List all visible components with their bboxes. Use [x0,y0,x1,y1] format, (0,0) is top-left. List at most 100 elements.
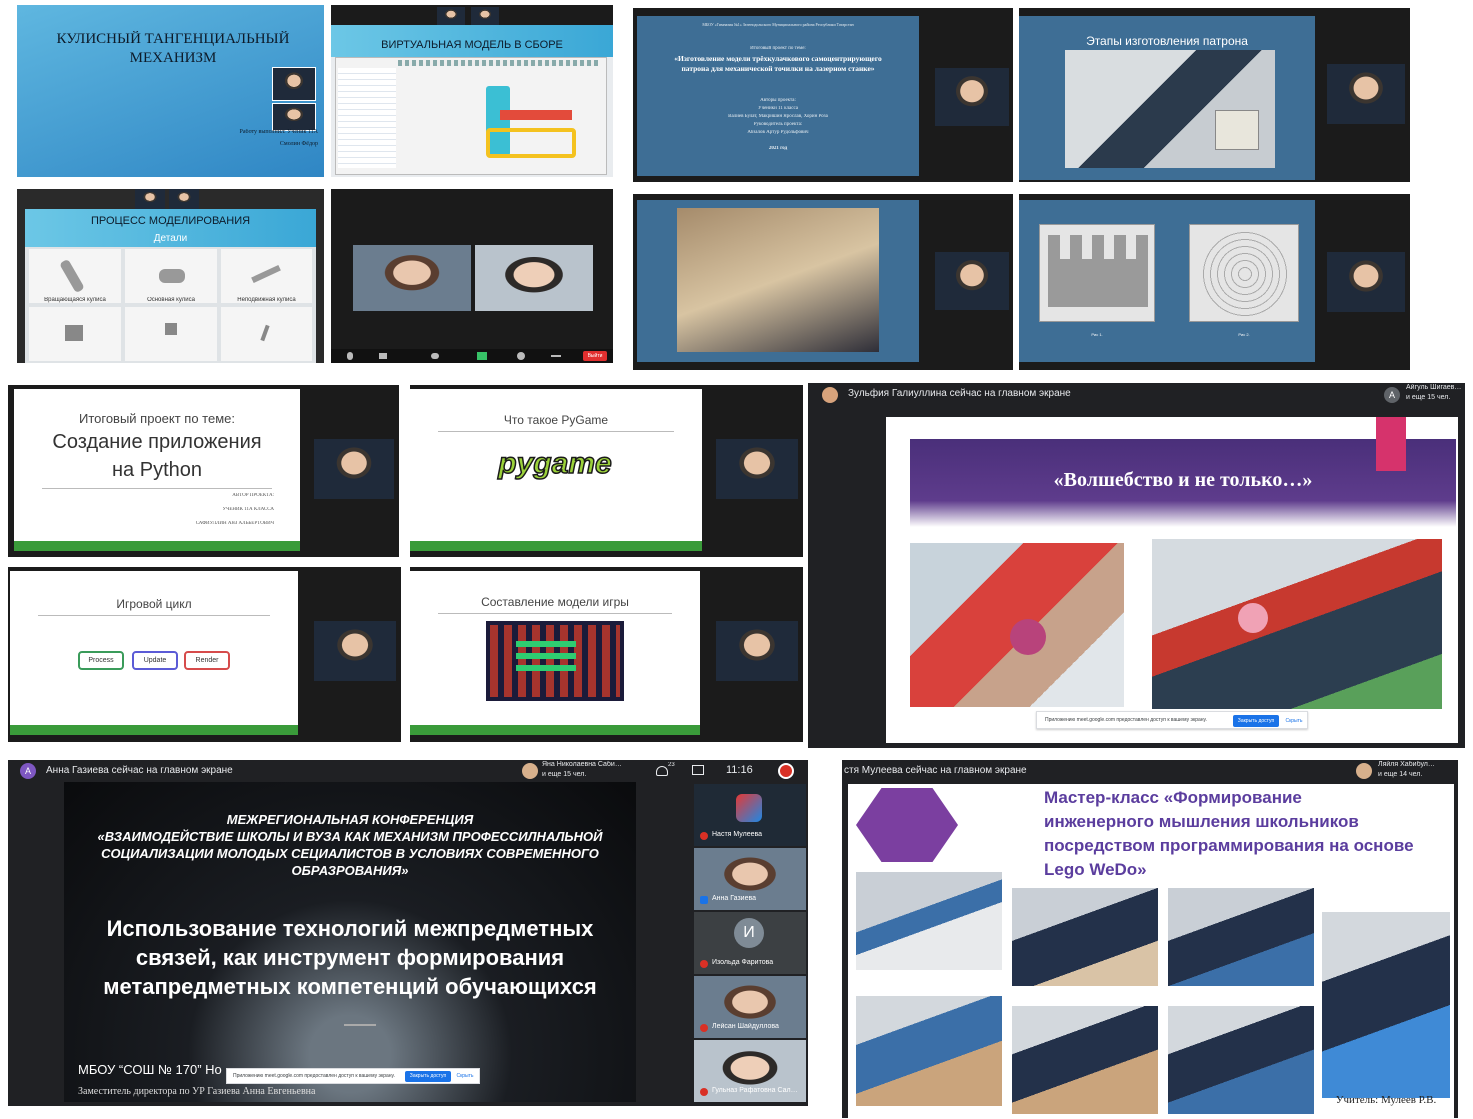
tile-stages-slide: Этапы изготовления патрона [1019,8,1410,182]
zoom-toolbar: Выйти [331,349,613,363]
participant-tile-2[interactable]: Анна Газиева [694,848,806,910]
drawing-figure-1 [1039,224,1155,322]
panel-zoom-grid-1: КУЛИСНЫЙ ТАНГЕНЦИАЛЬНЫЙ МЕХАНИЗМ Работу … [17,5,613,363]
school-logo [856,788,958,862]
drawing-figure-2 [1189,224,1299,322]
lego-photo-7 [1168,1006,1314,1114]
slide-body: Этапы изготовления патрона [1019,16,1315,180]
participant-tile-5[interactable]: Гульназ Рафатовна Сал… [694,1040,806,1102]
presenter-video [1327,252,1405,312]
people-icon[interactable] [656,766,668,776]
presenter-video [314,439,394,499]
participant-avatar[interactable] [522,763,538,779]
tile-python-title: Итоговый проект по теме: Создание прилож… [8,385,399,557]
participant-tile-1[interactable]: Настя Мулеева [694,784,806,846]
slide-kicker: Итоговый проект по теме: [750,46,806,51]
hide-button[interactable]: Скрыть [1283,715,1305,727]
presenter-video [716,439,798,499]
chuck-body [1048,259,1148,307]
reactions-icon[interactable] [517,352,525,360]
participant-name: Яна Николаевна Саби… [542,761,622,768]
slide-title: ПРОЦЕСС МОДЕЛИРОВАНИЯ [90,215,251,227]
leave-button[interactable]: Выйти [583,351,607,361]
slide-kulisny: КУЛИСНЫЙ ТАНГЕНЦИАЛЬНЫЙ МЕХАНИЗМ Работу … [17,5,324,177]
presenter-video [1327,64,1405,124]
part-card-1 [29,249,121,303]
participant-more: и еще 14 чел. [1378,771,1423,778]
slide-credit-3: САФИУЛЛИН АЯЗ АЛЬБЕРТОВИЧ [195,521,274,526]
more-icon[interactable] [551,355,561,357]
lego-photo-6 [1012,1006,1158,1114]
pygame-logo: pygame [498,447,613,481]
tile-game-model: Составление модели игры [410,567,803,742]
participant-avatar[interactable]: A [1384,387,1400,403]
presenter-video [935,252,1009,310]
share-screen-icon[interactable] [477,352,487,360]
panel-python-project: Итоговый проект по теме: Создание прилож… [8,385,803,742]
process-input-box: Process input [78,651,124,670]
slide-year: 2021 год [768,146,788,151]
stop-sharing-button[interactable]: Закрыть доступ [1233,715,1279,727]
video-icon[interactable] [379,353,387,359]
part-shape [159,269,185,283]
slide-title: Игровой цикл [116,597,192,611]
slide-credit-2: УЧЕНИК 11А КЛАССА [222,507,274,512]
cad-tree [338,68,396,168]
shared-slide: «Волшебство и не только…» Приложению mee… [886,417,1458,743]
presenter-avatar [822,387,838,403]
stop-sharing-button[interactable]: Закрыть доступ [405,1071,451,1082]
participant-name: Ляйля Хабибул… [1378,761,1435,768]
slide-kicker: Итоговый проект по теме: [78,411,236,426]
part-shape [260,324,270,342]
game-map-image [486,621,624,701]
participant-avatar[interactable] [1356,763,1372,779]
part-label-2: Основная кулиса [147,297,195,303]
render-box: Render [184,651,230,670]
participant-name: Анна Газиева [712,895,756,902]
slide-body: Игровой цикл Process input Update Render [10,571,298,735]
share-notice-text: Приложению meet.google.com предоставлен … [1045,717,1207,723]
participants-icon[interactable] [431,353,439,359]
tile-pygame: Что такое PyGame pygame [410,385,803,557]
part-card-6 [221,307,312,361]
part-shape [59,258,85,294]
teacher-caption: Учитель: Мулеев Р.В. [1335,1094,1437,1106]
slide-body: МБОУ «Гимназия №1» Зеленодольского Муниц… [637,16,919,176]
conf-line-1: МЕЖРЕГИОНАЛЬНАЯ КОНФЕРЕНЦИЯ [226,812,474,827]
divider [438,613,672,614]
slide-title-line2: МЕХАНИЗМ [129,50,217,66]
video-thumb-d [169,189,199,209]
slide-footer-bar [10,725,298,735]
hide-button[interactable]: Скрыть [453,1071,477,1082]
participant-name: Настя Мулеева [712,831,763,838]
slide-title: «Волшебство и не только…» [1053,469,1313,491]
presenter-video [935,68,1009,126]
part-card-3 [221,249,312,303]
mute-icon[interactable] [347,352,353,360]
cad-window [335,57,607,175]
people-count: 23 [668,762,675,768]
participant-initial: И [734,918,764,948]
authors-label: Авторы проекта: [760,98,796,103]
slide-modeling-process: ПРОЦЕСС МОДЕЛИРОВАНИЯ Детали Вращающаяся… [17,189,324,363]
slide-virtual-model: ВИРТУАЛЬНАЯ МОДЕЛЬ В СБОРЕ [331,5,613,177]
app-logo-icon [736,794,762,822]
shared-slide: МЕЖРЕГИОНАЛЬНАЯ КОНФЕРЕНЦИЯ «ВЗАИМОДЕЙСТ… [64,782,636,1102]
part-shape [65,325,83,341]
balloon [1238,603,1268,633]
share-notice-bar: Приложению meet.google.com предоставлен … [1036,711,1308,729]
presenting-banner: Зульфия Галиуллина сейчас на главном экр… [848,388,1071,399]
figure-caption-1: Рис 1. [1091,332,1103,337]
presenter-video [716,621,798,681]
divider [38,615,270,616]
slide-title-line1: Мастер-класс «Формирование [1044,788,1302,807]
participant-tile-4[interactable]: Лейсан Шайдуллова [694,976,806,1038]
participant-tile-3[interactable]: И Изольда Фаритова [694,912,806,974]
chuck-jaws [1048,235,1148,259]
chat-icon[interactable] [692,765,704,775]
video-thumb-c [135,189,165,209]
slide-body: Составление модели игры [410,571,700,735]
panel-meet-conference: A Анна Газиева сейчас на главном экране … [8,760,808,1106]
record-icon[interactable] [778,763,794,779]
slide-title-line2: инженерного мышления школьников [1044,812,1359,831]
